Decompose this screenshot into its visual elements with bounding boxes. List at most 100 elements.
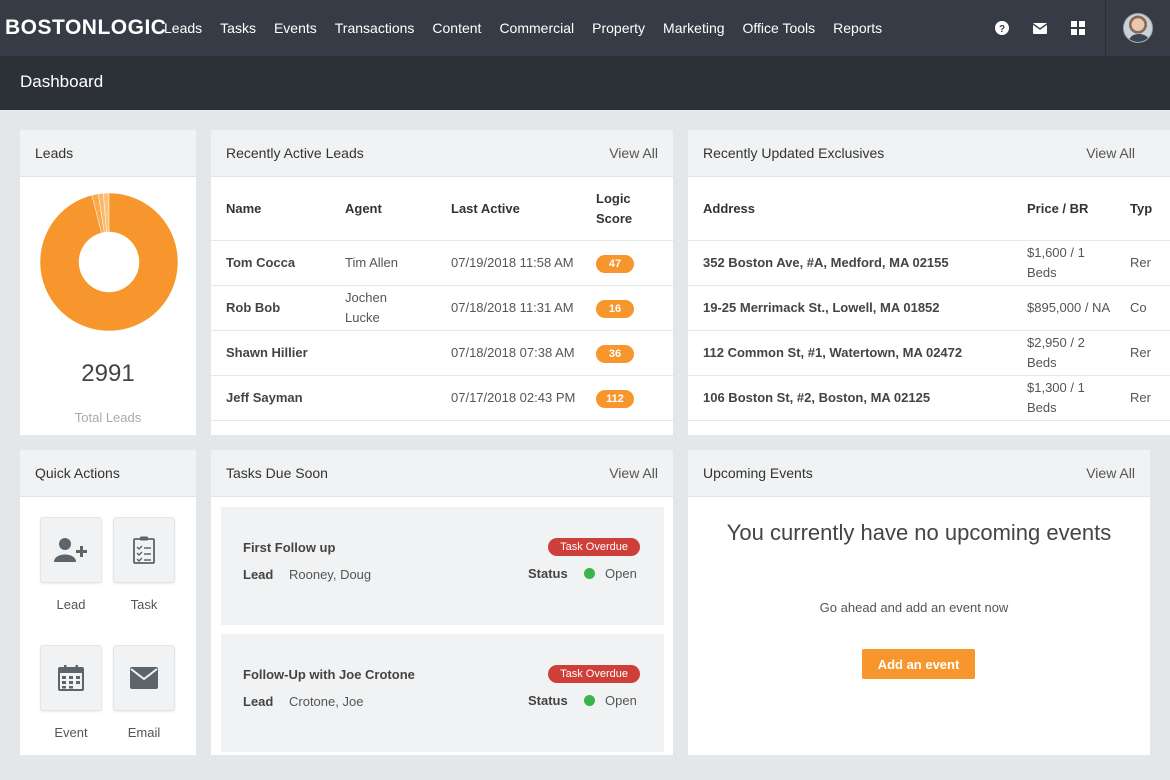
listing-address[interactable]: 352 Boston Ave, #A, Medford, MA 02155 [688, 239, 1027, 285]
lead-name[interactable]: Rob Bob [211, 284, 345, 330]
nav-content[interactable]: Content [432, 20, 481, 36]
user-avatar[interactable] [1106, 0, 1170, 56]
col-address: Address [703, 201, 756, 217]
recent-leads-view-all[interactable]: View All [609, 145, 658, 161]
add-event-label: Event [54, 725, 88, 740]
lead-name[interactable]: Adam Afsary [211, 419, 345, 435]
lead-last-active: 07/16/2018 03:40 [451, 419, 596, 435]
nav-events[interactable]: Events [274, 20, 317, 36]
add-task-label: Task [130, 597, 158, 612]
donut-slice[interactable] [39, 192, 179, 332]
task-lead-value[interactable]: Rooney, Doug [289, 567, 371, 582]
tasks-title: Tasks Due Soon [226, 465, 328, 481]
table-row[interactable]: Adam Afsary Mohammad 07/16/2018 03:40 11 [211, 419, 673, 435]
task-lead-label: Lead [243, 567, 274, 582]
task-status-label: Status [528, 566, 568, 581]
task-lead-value[interactable]: Crotone, Joe [289, 694, 363, 709]
lead-agent: Jochen Lucke [345, 284, 451, 330]
exclusives-header: Recently Updated Exclusives View All [688, 130, 1170, 177]
recent-leads-card: Recently Active Leads View All Name Agen… [211, 130, 673, 435]
table-row[interactable]: Rob Bob Jochen Lucke 07/18/2018 11:31 AM… [211, 284, 673, 330]
listing-address[interactable]: 510 Main St., #C, Groton, MA 01450 [688, 419, 1027, 435]
nav-reports[interactable]: Reports [833, 20, 882, 36]
lead-last-active: 07/18/2018 11:31 AM [451, 284, 596, 330]
boston-logic-logo[interactable]: BOSTONLOGIC [5, 16, 166, 40]
task-title[interactable]: First Follow up [243, 540, 335, 555]
nav-commercial[interactable]: Commercial [499, 20, 574, 36]
col-logic-score: Logic Score [596, 190, 633, 226]
task-lead-label: Lead [243, 694, 274, 709]
logic-score-badge: 112 [596, 389, 634, 408]
listing-type: Co [1130, 284, 1170, 330]
lead-agent [345, 374, 451, 420]
tasks-card: Tasks Due Soon View All First Follow up … [211, 450, 673, 755]
listing-type: Rer [1130, 329, 1170, 375]
apps-grid-icon[interactable] [1059, 0, 1097, 56]
add-user-icon [54, 538, 87, 562]
leads-donut-chart [39, 192, 179, 332]
events-header: Upcoming Events View All [688, 450, 1150, 497]
nav-marketing[interactable]: Marketing [663, 20, 724, 36]
quick-actions-header: Quick Actions [20, 450, 196, 497]
recent-leads-table-wrap: Name Agent Last Active Logic Score Tom C… [211, 178, 673, 435]
send-email-button[interactable] [113, 645, 175, 711]
logic-score-badge: 16 [596, 299, 634, 318]
no-events-message: You currently have no upcoming events [726, 520, 1112, 545]
lead-name[interactable]: Jeff Sayman [211, 374, 345, 420]
table-row[interactable]: 352 Boston Ave, #A, Medford, MA 02155 $1… [688, 239, 1170, 285]
lead-name[interactable]: Tom Cocca [211, 239, 345, 285]
task-title[interactable]: Follow-Up with Joe Crotone [243, 667, 415, 682]
table-row[interactable]: 112 Common St, #1, Watertown, MA 02472 $… [688, 329, 1170, 375]
calendar-icon [58, 665, 84, 691]
main-nav: Leads Tasks Events Transactions Content … [164, 20, 900, 36]
task-overdue-badge: Task Overdue [548, 538, 640, 556]
listing-type: Rer [1130, 419, 1170, 435]
status-dot-icon [584, 695, 595, 706]
logic-score-badge: 36 [596, 344, 634, 363]
nav-leads[interactable]: Leads [164, 20, 202, 36]
help-icon[interactable]: ? [983, 0, 1021, 56]
nav-icon-group: ? [983, 0, 1170, 56]
lead-name[interactable]: Shawn Hillier [211, 329, 345, 375]
svg-text:?: ? [999, 24, 1005, 35]
nav-tasks[interactable]: Tasks [220, 20, 256, 36]
lead-score-cell: 11 [596, 419, 673, 435]
add-task-button[interactable] [113, 517, 175, 583]
add-lead-button[interactable] [40, 517, 102, 583]
exclusives-view-all[interactable]: View All [1086, 145, 1135, 161]
mail-icon[interactable] [1021, 0, 1059, 56]
envelope-icon [130, 667, 158, 689]
nav-office-tools[interactable]: Office Tools [743, 20, 816, 36]
quick-actions-card: Quick Actions Lead Task Event Email [20, 450, 196, 755]
send-email-label: Email [127, 725, 161, 740]
table-row[interactable]: 106 Boston St, #2, Boston, MA 02125 $1,3… [688, 374, 1170, 420]
nav-property[interactable]: Property [592, 20, 645, 36]
table-row[interactable]: Jeff Sayman 07/17/2018 02:43 PM 112 [211, 374, 673, 420]
add-event-button[interactable] [40, 645, 102, 711]
task-item[interactable]: First Follow up Task Overdue Lead Rooney… [221, 507, 664, 625]
listing-price: $1,600 / 1 Beds [1027, 239, 1130, 285]
lead-last-active: 07/17/2018 02:43 PM [451, 374, 596, 420]
col-price: Price / BR [1027, 201, 1089, 217]
lead-agent [345, 329, 451, 375]
table-row[interactable]: 19-25 Merrimack St., Lowell, MA 01852 $8… [688, 284, 1170, 330]
page-title: Dashboard [20, 72, 104, 91]
lead-agent: Tim Allen [345, 239, 451, 285]
listing-address[interactable]: 112 Common St, #1, Watertown, MA 02472 [688, 329, 1027, 375]
listing-address[interactable]: 106 Boston St, #2, Boston, MA 02125 [688, 374, 1027, 420]
events-view-all[interactable]: View All [1086, 465, 1135, 481]
tasks-view-all[interactable]: View All [609, 465, 658, 481]
table-row[interactable]: Shawn Hillier 07/18/2018 07:38 AM 36 [211, 329, 673, 375]
leads-card: Leads 2991 Total Leads [20, 130, 196, 435]
listing-type: Rer [1130, 239, 1170, 285]
lead-score-cell: 16 [596, 284, 673, 330]
col-type: Typ [1130, 201, 1153, 217]
nav-transactions[interactable]: Transactions [335, 20, 415, 36]
table-row[interactable]: 510 Main St., #C, Groton, MA 01450 $1,75… [688, 419, 1170, 435]
task-overdue-badge: Task Overdue [548, 665, 640, 683]
task-item[interactable]: Follow-Up with Joe Crotone Task Overdue … [221, 634, 664, 752]
table-row[interactable]: Tom Cocca Tim Allen 07/19/2018 11:58 AM … [211, 239, 673, 285]
add-event-prompt: Go ahead and add an event now [819, 600, 1009, 615]
add-event-button[interactable]: Add an event [862, 649, 975, 679]
listing-address[interactable]: 19-25 Merrimack St., Lowell, MA 01852 [688, 284, 1027, 330]
